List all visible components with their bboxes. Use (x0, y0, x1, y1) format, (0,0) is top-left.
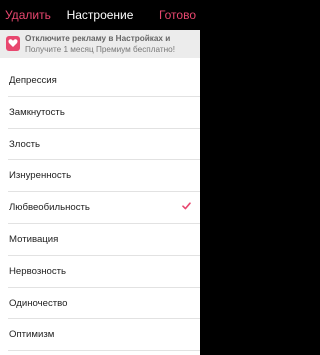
mood-label: Одиночество (9, 297, 68, 309)
mood-label: Оптимизм (9, 329, 55, 341)
mood-row-depression[interactable]: Депрессия (0, 65, 200, 97)
mood-row-loneliness[interactable]: Одиночество (0, 288, 200, 320)
mood-label: Замкнутость (9, 106, 65, 118)
navigation-bar: Удалить Настроение Готово (0, 0, 200, 30)
mood-row-anger[interactable]: Злость (0, 129, 200, 161)
done-button[interactable]: Готово (159, 7, 196, 23)
mood-row-withdrawal[interactable]: Замкнутость (0, 97, 200, 129)
mood-label: Нервозность (9, 265, 67, 277)
mood-label: Депрессия (9, 75, 57, 86)
promo-banner[interactable]: Отключите рекламу в Настройках и Получит… (0, 30, 200, 58)
mood-list: Депрессия Замкнутость Злость Изнуренност… (0, 58, 200, 355)
mood-row-motivation[interactable]: Мотивация (0, 224, 200, 256)
mood-label: Любвеобильность (9, 202, 90, 214)
promo-subtitle: Получите 1 месяц Премиум бесплатно! (25, 45, 175, 54)
promo-title: Отключите рекламу в Настройках и (25, 34, 171, 43)
heart-icon (6, 36, 20, 51)
mood-label: Мотивация (9, 233, 59, 245)
mood-row-exhaustion[interactable]: Изнуренность (0, 160, 200, 192)
screen: Удалить Настроение Готово Отключите рекл… (0, 0, 200, 355)
mood-row-nervousness[interactable]: Нервозность (0, 256, 200, 288)
mood-label: Изнуренность (9, 170, 72, 182)
mood-label: Злость (9, 138, 41, 150)
checkmark-icon (182, 202, 191, 210)
mood-row-optimism[interactable]: Оптимизм (0, 319, 200, 351)
mood-row-lovingness[interactable]: Любвеобильность (0, 192, 200, 224)
